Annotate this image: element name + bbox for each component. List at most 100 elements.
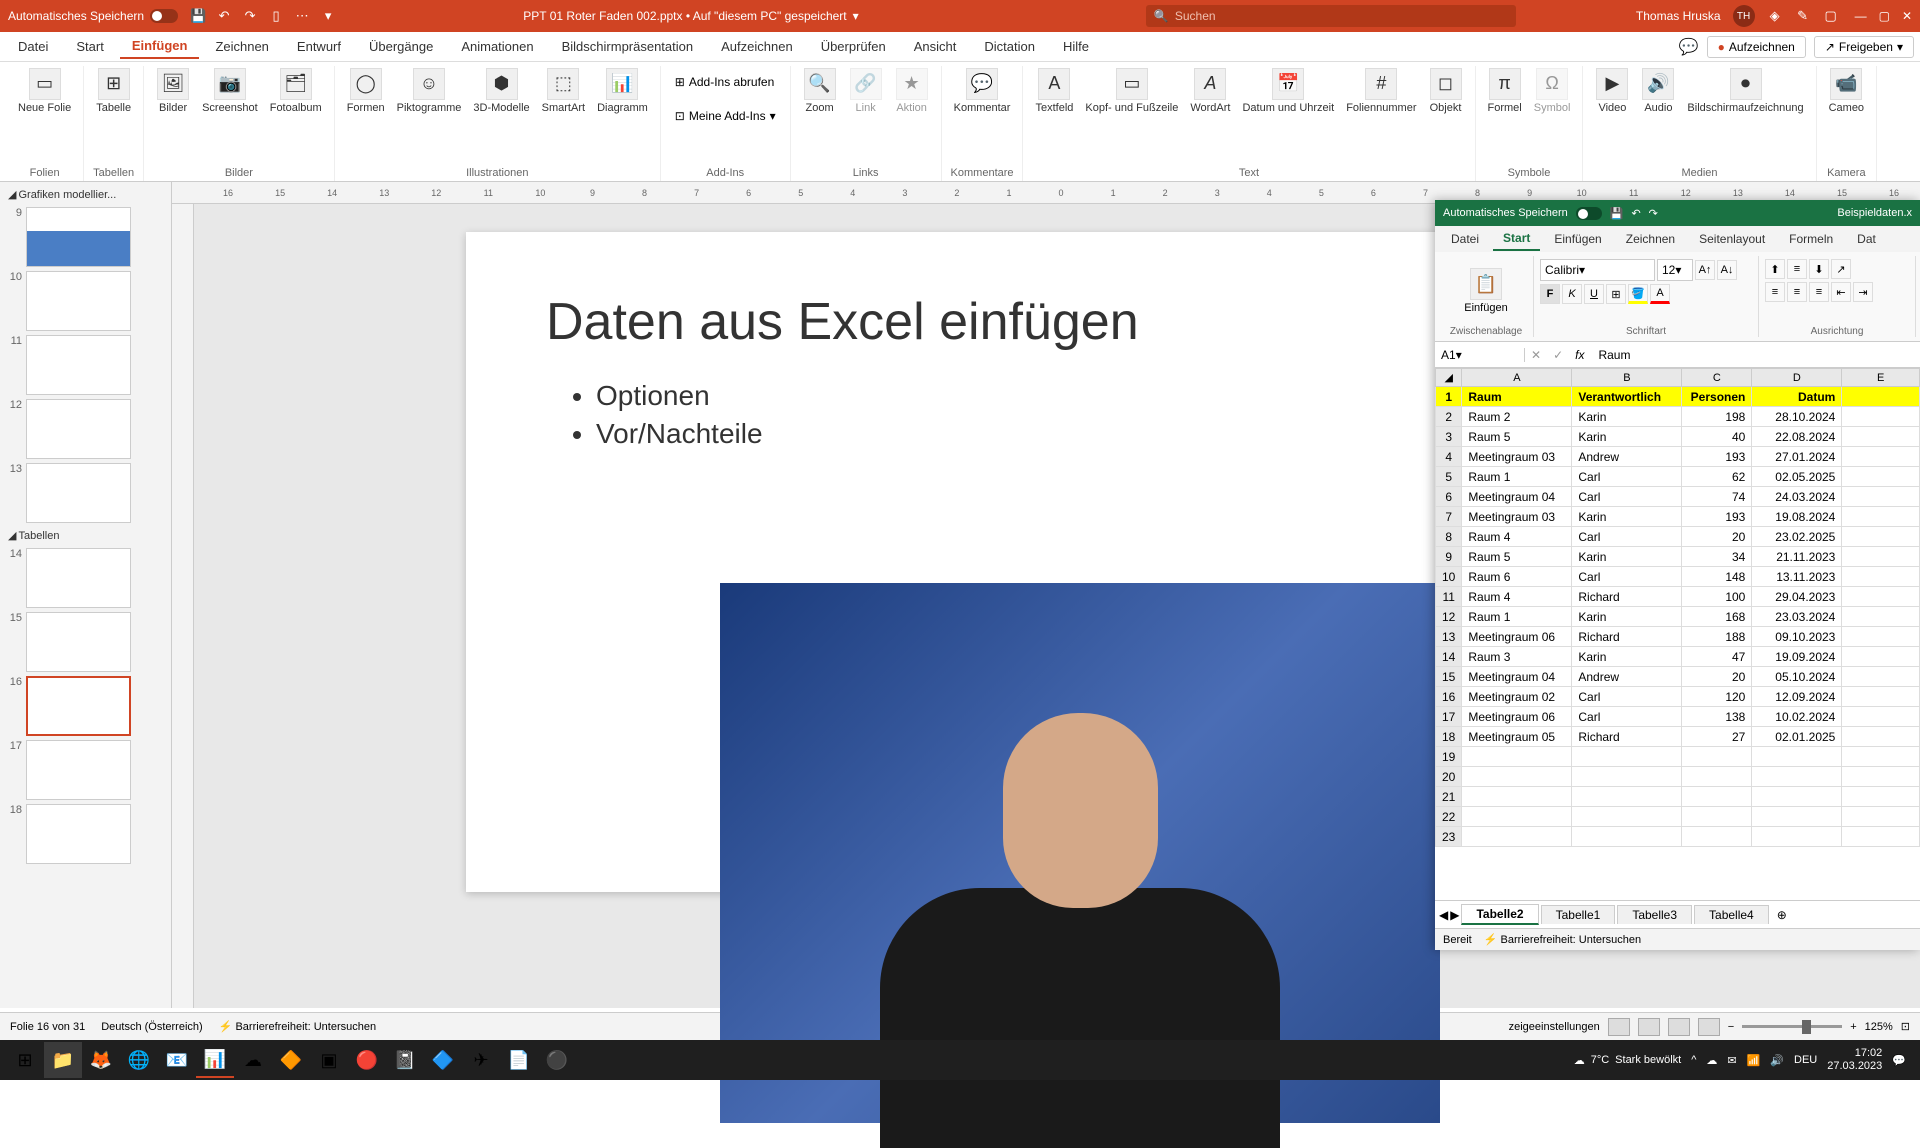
cell[interactable]: Meetingraum 06	[1462, 627, 1572, 647]
row-header[interactable]: 22	[1436, 807, 1462, 827]
row-header[interactable]: 7	[1436, 507, 1462, 527]
symbol-button[interactable]: ΩSymbol	[1530, 66, 1575, 117]
tab-start[interactable]: Start	[64, 35, 115, 58]
slide-thumb-18[interactable]	[26, 804, 131, 864]
window-icon[interactable]: ▢	[1823, 8, 1839, 24]
section-header[interactable]: ◢ Grafiken modellier...	[4, 186, 167, 203]
icons-button[interactable]: ☺Piktogramme	[393, 66, 466, 117]
excel-redo-icon[interactable]: ↷	[1649, 207, 1658, 220]
italic-icon[interactable]: K	[1562, 284, 1582, 304]
cell[interactable]: Karin	[1572, 407, 1682, 427]
excel-tab-zeichnen[interactable]: Zeichnen	[1616, 228, 1685, 250]
cell[interactable]: Karin	[1572, 507, 1682, 527]
cell[interactable]: 29.04.2023	[1752, 587, 1842, 607]
cell[interactable]: Raum 2	[1462, 407, 1572, 427]
slide-thumb-15[interactable]	[26, 612, 131, 672]
cell[interactable]: Richard	[1572, 587, 1682, 607]
cell[interactable]: 120	[1682, 687, 1752, 707]
align-top-icon[interactable]: ⬆	[1765, 259, 1785, 279]
tab-uebergaenge[interactable]: Übergänge	[357, 35, 445, 58]
row-header[interactable]: 19	[1436, 747, 1462, 767]
slide-thumb-17[interactable]	[26, 740, 131, 800]
cell[interactable]: Carl	[1572, 487, 1682, 507]
pictures-button[interactable]: 🖼Bilder	[152, 66, 194, 117]
col-header-d[interactable]: D	[1752, 369, 1842, 387]
zoom-level[interactable]: 125%	[1865, 1021, 1893, 1033]
chart-button[interactable]: 📊Diagramm	[593, 66, 652, 117]
header-footer-button[interactable]: ▭Kopf- und Fußzeile	[1081, 66, 1182, 117]
cell[interactable]: 27	[1682, 727, 1752, 747]
app-icon-2[interactable]: ▣	[310, 1042, 348, 1078]
cell[interactable]: Carl	[1572, 687, 1682, 707]
row-header[interactable]: 5	[1436, 467, 1462, 487]
row-header[interactable]: 21	[1436, 787, 1462, 807]
datetime-button[interactable]: 📅Datum und Uhrzeit	[1238, 66, 1338, 117]
cell[interactable]: 188	[1682, 627, 1752, 647]
firefox-icon[interactable]: 🦊	[82, 1042, 120, 1078]
excel-tab-datei[interactable]: Datei	[1441, 228, 1489, 250]
align-bottom-icon[interactable]: ⬇	[1809, 259, 1829, 279]
cell[interactable]	[1842, 607, 1920, 627]
font-color-icon[interactable]: A	[1650, 284, 1670, 304]
clock[interactable]: 17:02 27.03.2023	[1827, 1047, 1882, 1073]
cell[interactable]	[1842, 627, 1920, 647]
cell[interactable]: Carl	[1572, 567, 1682, 587]
excel-undo-icon[interactable]: ↶	[1631, 207, 1640, 220]
audio-button[interactable]: 🔊Audio	[1637, 66, 1679, 117]
tab-ansicht[interactable]: Ansicht	[902, 35, 969, 58]
cell[interactable]: 10.02.2024	[1752, 707, 1842, 727]
sheet-tab-4[interactable]: Tabelle4	[1694, 905, 1769, 924]
row-header[interactable]: 2	[1436, 407, 1462, 427]
formula-button[interactable]: πFormel	[1484, 66, 1526, 117]
cell[interactable]	[1842, 707, 1920, 727]
row-header[interactable]: 17	[1436, 707, 1462, 727]
cell[interactable]	[1842, 447, 1920, 467]
slide-thumb-12[interactable]	[26, 399, 131, 459]
textbox-button[interactable]: ATextfeld	[1031, 66, 1077, 117]
cell[interactable]	[1842, 667, 1920, 687]
excel-tab-einfuegen[interactable]: Einfügen	[1544, 228, 1611, 250]
excel-save-icon[interactable]: 💾	[1610, 207, 1624, 220]
cell[interactable]: Raum 1	[1462, 467, 1572, 487]
cell[interactable]: 100	[1682, 587, 1752, 607]
border-icon[interactable]: ⊞	[1606, 284, 1626, 304]
cell[interactable]: Karin	[1572, 607, 1682, 627]
cell[interactable]: Raum 4	[1462, 587, 1572, 607]
slide-thumb-14[interactable]	[26, 548, 131, 608]
sheet-tab-2[interactable]: Tabelle1	[1541, 905, 1616, 924]
cell[interactable]: 27.01.2024	[1752, 447, 1842, 467]
view-slideshow-icon[interactable]	[1698, 1018, 1720, 1036]
view-normal-icon[interactable]	[1608, 1018, 1630, 1036]
record-button[interactable]: ●Aufzeichnen	[1707, 36, 1806, 58]
row-header[interactable]: 3	[1436, 427, 1462, 447]
cell[interactable]: 74	[1682, 487, 1752, 507]
slidenum-button[interactable]: #Foliennummer	[1342, 66, 1420, 117]
view-sorter-icon[interactable]	[1638, 1018, 1660, 1036]
tab-ueberpruefen[interactable]: Überprüfen	[809, 35, 898, 58]
lang-indicator[interactable]: DEU	[1794, 1054, 1817, 1066]
add-sheet-icon[interactable]: ⊕	[1777, 908, 1787, 922]
accessibility-status[interactable]: ⚡ Barrierefreiheit: Untersuchen	[219, 1020, 376, 1033]
cell[interactable]: 21.11.2023	[1752, 547, 1842, 567]
cell[interactable]: Raum 3	[1462, 647, 1572, 667]
orientation-icon[interactable]: ↗	[1831, 259, 1851, 279]
autosave-toggle[interactable]: Automatisches Speichern	[8, 9, 178, 23]
app-icon-3[interactable]: 🔴	[348, 1042, 386, 1078]
col-header-b[interactable]: B	[1572, 369, 1682, 387]
cell[interactable]: 23.02.2025	[1752, 527, 1842, 547]
cell[interactable]: 22.08.2024	[1752, 427, 1842, 447]
tab-animationen[interactable]: Animationen	[449, 35, 545, 58]
comment-icon[interactable]: 💬	[1679, 37, 1699, 57]
wifi-icon[interactable]: 📶	[1747, 1054, 1761, 1067]
tab-hilfe[interactable]: Hilfe	[1051, 35, 1101, 58]
tab-zeichnen[interactable]: Zeichnen	[203, 35, 280, 58]
col-header-a[interactable]: A	[1462, 369, 1572, 387]
cell[interactable]: 19.08.2024	[1752, 507, 1842, 527]
cell[interactable]: 02.05.2025	[1752, 467, 1842, 487]
excel-tab-formeln[interactable]: Formeln	[1779, 228, 1843, 250]
sheet-nav-next-icon[interactable]: ▶	[1450, 908, 1459, 922]
tray-icon-1[interactable]: ☁	[1706, 1054, 1717, 1067]
cell[interactable]: 02.01.2025	[1752, 727, 1842, 747]
shapes-button[interactable]: ◯Formen	[343, 66, 389, 117]
cell[interactable]: 13.11.2023	[1752, 567, 1842, 587]
